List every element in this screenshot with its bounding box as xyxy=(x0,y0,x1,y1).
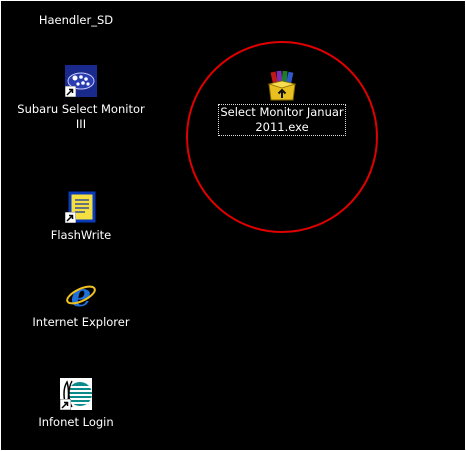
desktop-icon-subaru-select-monitor[interactable]: Subaru Select Monitor III xyxy=(1,65,161,132)
icon-label-subaru-select-monitor: Subaru Select Monitor III xyxy=(17,102,145,131)
desktop-icon-haendler-sd[interactable]: Haendler_SD xyxy=(31,13,121,28)
svg-text:e: e xyxy=(71,278,91,310)
shortcut-arrow-icon xyxy=(65,86,76,97)
icon-label-haendler-sd: Haendler_SD xyxy=(38,13,114,27)
icon-label-internet-explorer: Internet Explorer xyxy=(32,315,130,329)
infonet-globe-icon xyxy=(60,378,92,410)
document-icon xyxy=(65,191,97,223)
internet-explorer-icon: e xyxy=(65,276,97,314)
subaru-logo-icon xyxy=(65,65,97,97)
icon-label-flashwrite: FlashWrite xyxy=(50,228,112,242)
icon-label-infonet-login: Infonet Login xyxy=(38,415,114,429)
desktop-icon-internet-explorer[interactable]: e Internet Explorer xyxy=(11,276,151,330)
desktop-icon-flashwrite[interactable]: FlashWrite xyxy=(31,191,131,243)
desktop-icon-select-monitor-exe[interactable]: Select Monitor Januar 2011.exe xyxy=(207,70,357,136)
icon-label-select-monitor-exe: Select Monitor Januar 2011.exe xyxy=(218,104,346,136)
desktop: Haendler_SD Subaru Select Monitor III Se… xyxy=(1,1,465,450)
winrar-archive-icon xyxy=(266,70,298,102)
desktop-icon-infonet-login[interactable]: Infonet Login xyxy=(16,378,136,430)
shortcut-arrow-icon xyxy=(65,212,76,223)
shortcut-arrow-icon xyxy=(60,399,71,410)
